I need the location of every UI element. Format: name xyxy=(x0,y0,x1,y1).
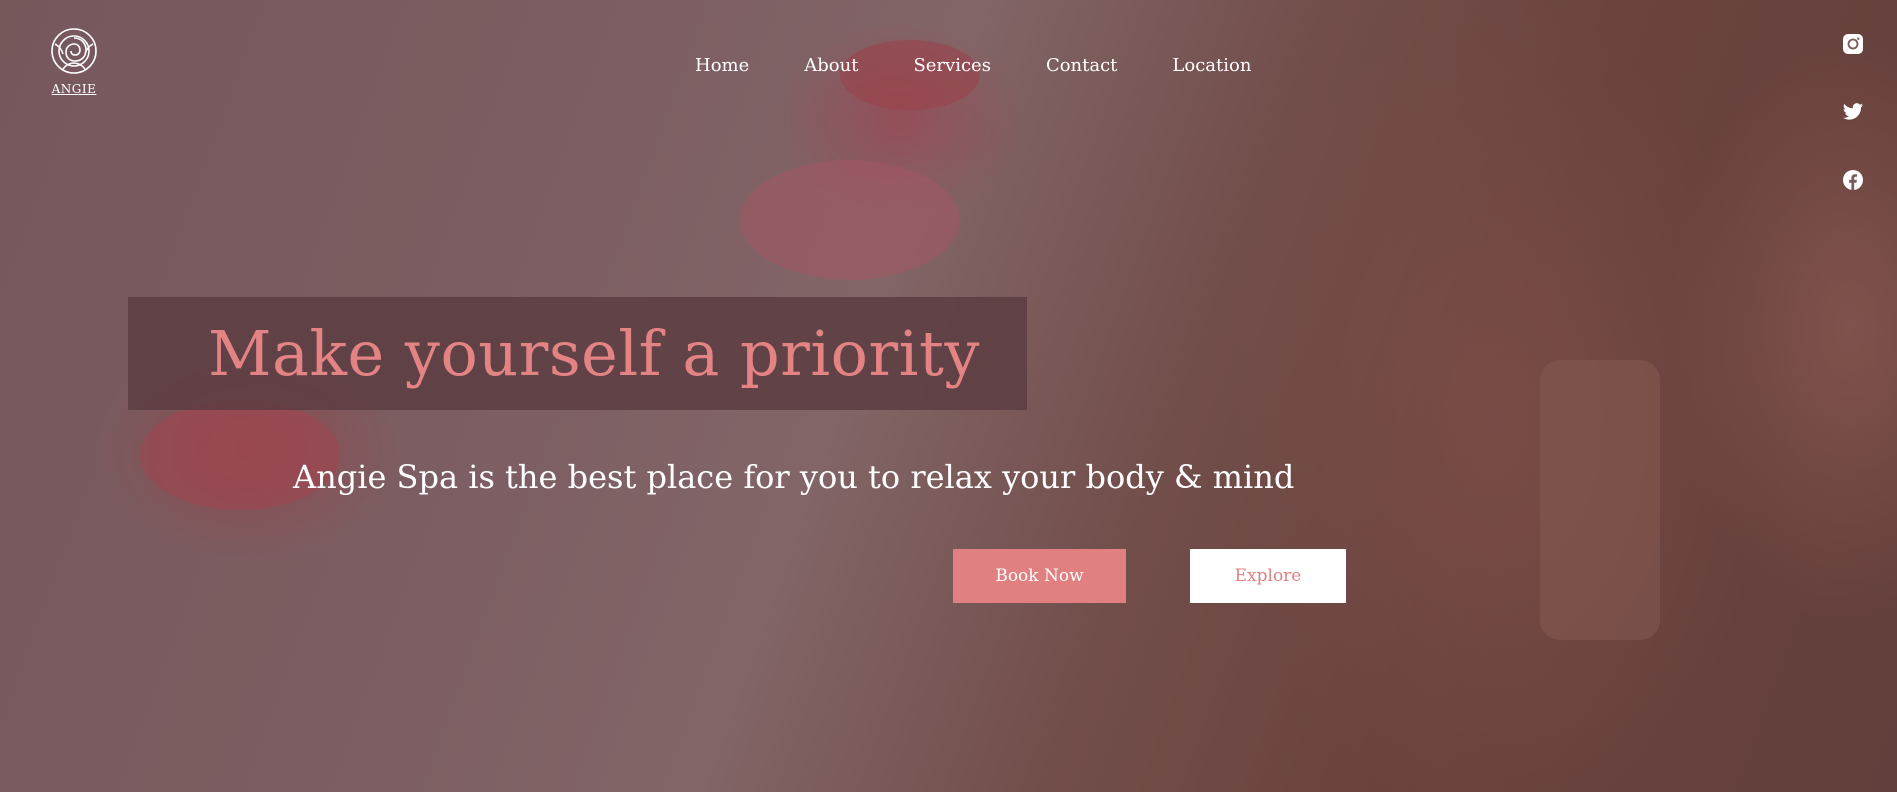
hero-subtitle: Angie Spa is the best place for you to r… xyxy=(293,458,1295,496)
instagram-icon[interactable] xyxy=(1842,33,1864,55)
hero-title-band: Make yourself a priority xyxy=(128,297,1027,410)
brand-name: ANGIE xyxy=(51,82,97,96)
brand-logo[interactable]: ANGIE xyxy=(46,26,102,96)
rose-icon xyxy=(46,26,102,76)
book-now-button[interactable]: Book Now xyxy=(953,549,1126,603)
main-nav: Home About Services Contact Location xyxy=(695,55,1251,76)
nav-home[interactable]: Home xyxy=(695,55,749,76)
nav-services[interactable]: Services xyxy=(913,55,990,76)
hero-title: Make yourself a priority xyxy=(208,317,980,390)
nav-about[interactable]: About xyxy=(804,55,858,76)
facebook-icon[interactable] xyxy=(1842,169,1864,191)
nav-contact[interactable]: Contact xyxy=(1046,55,1117,76)
twitter-icon[interactable] xyxy=(1842,101,1864,123)
explore-button[interactable]: Explore xyxy=(1190,549,1346,603)
hero-section: ANGIE Home About Services Contact Locati… xyxy=(0,0,1897,792)
nav-location[interactable]: Location xyxy=(1172,55,1251,76)
social-links xyxy=(1842,33,1864,191)
